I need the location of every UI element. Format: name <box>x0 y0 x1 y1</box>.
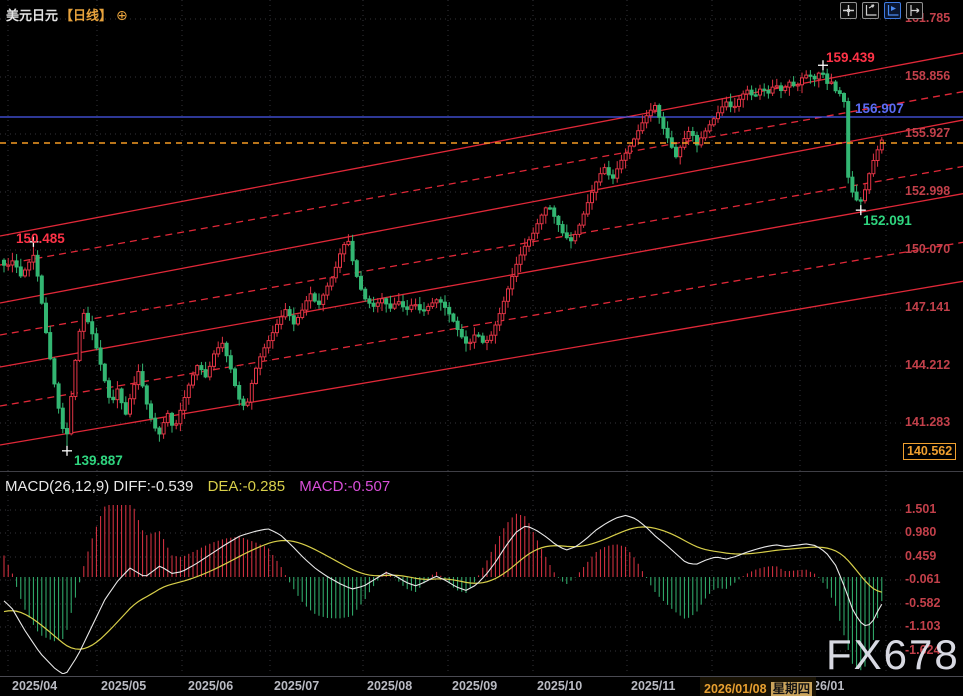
macd-hist-value: MACD:-0.507 <box>299 478 390 495</box>
macd-diff-value: DIFF:-0.539 <box>113 478 193 495</box>
month-label-partial: 26/01 <box>813 679 844 693</box>
month-label: 2025/07 <box>274 679 319 693</box>
month-label: 2025/05 <box>101 679 146 693</box>
scale-low-badge: 140.562 <box>903 443 956 460</box>
macd-histogram <box>4 505 882 670</box>
current-date-label: 2026/01/08 星期四 <box>700 677 816 696</box>
candlestick-chart[interactable] <box>0 0 963 696</box>
macd-dea-value: DEA:-0.285 <box>208 478 286 495</box>
month-label: 2025/11 <box>631 679 676 693</box>
current-weekday: 星期四 <box>771 682 813 696</box>
price-marker-152.091: 152.091 <box>863 213 912 228</box>
price-axis-label: 155.927 <box>905 126 950 141</box>
month-label: 2025/10 <box>537 679 582 693</box>
macd-axis-label: 0.459 <box>905 549 936 564</box>
add-indicator-icon[interactable]: ⊕ <box>116 7 128 23</box>
diff-line <box>4 515 882 673</box>
price-marker-139.887: 139.887 <box>74 453 123 468</box>
price-axis-label: 147.141 <box>905 300 950 315</box>
symbol-title: 美元日元 <box>6 8 58 23</box>
price-marker-159.439: 159.439 <box>826 50 875 65</box>
month-label: 2025/08 <box>367 679 412 693</box>
shift-axis-icon[interactable] <box>906 2 923 19</box>
price-marker-150.485: 150.485 <box>16 231 65 246</box>
macd-indicator-label: MACD(26,12,9) DIFF:-0.539 DEA:-0.285 MAC… <box>5 478 390 495</box>
month-label: 2025/04 <box>12 679 57 693</box>
price-marker-156.907: 156.907 <box>855 101 904 116</box>
pan-icon[interactable] <box>840 2 857 19</box>
macd-params: MACD(26,12,9) <box>5 478 109 495</box>
macd-axis-label: -0.061 <box>905 572 940 587</box>
timeframe-label: 【日线】 <box>60 8 112 23</box>
auto-scale-icon[interactable] <box>884 2 901 19</box>
dea-line <box>4 527 882 649</box>
chart-toolbar <box>840 2 923 19</box>
price-axis-label: 158.856 <box>905 69 950 84</box>
macd-lines <box>4 515 882 673</box>
trading-chart-window: 美元日元【日线】⊕ 161.785158.856155.927152.99815… <box>0 0 963 696</box>
price-axis-label: 141.283 <box>905 415 950 430</box>
month-label: 2025/06 <box>188 679 233 693</box>
month-label: 2025/09 <box>452 679 497 693</box>
grid <box>0 0 903 675</box>
macd-axis-label: 1.501 <box>905 502 936 517</box>
macd-axis-label: 0.980 <box>905 525 936 540</box>
price-axis-label: 150.070 <box>905 242 950 257</box>
current-date: 2026/01/08 <box>704 682 767 696</box>
fx678-watermark: FX678 <box>826 634 960 676</box>
fit-scale-icon[interactable] <box>862 2 879 19</box>
price-axis-label: 144.212 <box>905 358 950 373</box>
macd-axis-label: -0.582 <box>905 596 940 611</box>
chart-header: 美元日元【日线】 ⊕ <box>6 5 128 24</box>
time-axis: 2025/04 2025/05 2025/06 2025/07 2025/08 2025/… <box>0 676 963 696</box>
extreme-cross-markers <box>28 60 865 456</box>
price-axis-label: 152.998 <box>905 184 950 199</box>
